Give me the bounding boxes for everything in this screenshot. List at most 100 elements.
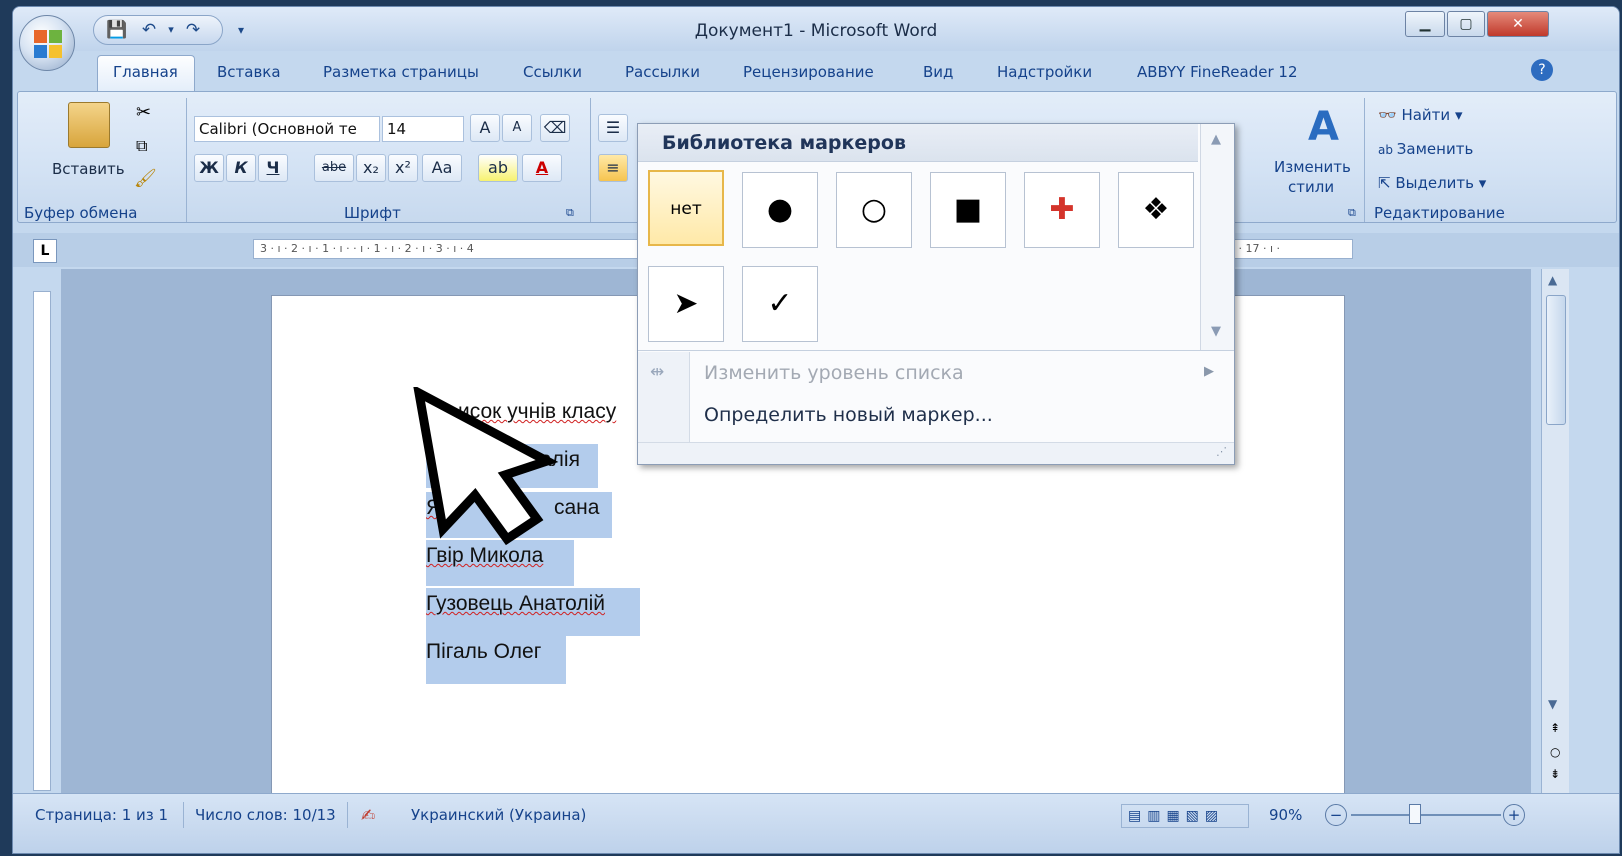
bullet-library-scrollbar[interactable]: ▲ ▼ bbox=[1200, 124, 1234, 350]
scroll-down-icon[interactable]: ▼ bbox=[1211, 324, 1221, 339]
binoculars-icon: 👓 bbox=[1378, 106, 1402, 124]
group-separator bbox=[186, 98, 187, 222]
find-label: Найти bbox=[1401, 106, 1451, 124]
tab-selector-button[interactable]: L bbox=[33, 239, 57, 263]
list-item[interactable]: Пігаль Олег bbox=[426, 640, 541, 664]
page-count-status[interactable]: Страница: 1 из 1 bbox=[35, 806, 168, 824]
bold-button[interactable]: Ж bbox=[194, 154, 224, 182]
ruler-ticks-left: 3 · ı · 2 · ı · 1 · ı · · ı · 1 · ı · 2 … bbox=[260, 242, 474, 255]
bullet-hollow-circle-option[interactable]: ○ bbox=[836, 172, 912, 248]
change-case-button[interactable]: Aa bbox=[422, 154, 462, 182]
scroll-thumb[interactable] bbox=[1546, 295, 1566, 425]
vertical-ruler[interactable] bbox=[33, 291, 51, 791]
list-item[interactable]: Гузовець Анатолій bbox=[426, 592, 605, 616]
change-list-level-menu-item[interactable]: Изменить уровень списка ▶ bbox=[638, 354, 1234, 396]
tab-abbyy[interactable]: ABBYY FineReader 12 bbox=[1137, 63, 1298, 81]
list-item-text: Гвір Микола bbox=[426, 544, 544, 567]
replace-icon: ab bbox=[1378, 143, 1397, 157]
italic-button[interactable]: К bbox=[226, 154, 256, 182]
tab-references[interactable]: Ссылки bbox=[523, 63, 582, 81]
view-buttons[interactable]: ▤▥▦▧▨ bbox=[1121, 804, 1249, 828]
bullet-filled-square-option[interactable]: ■ bbox=[930, 172, 1006, 248]
browse-object-icon[interactable]: ○ bbox=[1550, 745, 1560, 759]
editing-group-label: Редактирование bbox=[1374, 204, 1505, 222]
change-styles-icon[interactable]: A bbox=[1308, 104, 1339, 150]
close-icon: ✕ bbox=[1512, 16, 1524, 32]
select-label: Выделить bbox=[1395, 174, 1474, 192]
styles-dialog-launcher-icon[interactable]: ⧉ bbox=[1348, 206, 1356, 220]
subscript-button[interactable]: x₂ bbox=[356, 154, 386, 182]
bullet-library-popup: Библиотека маркеров нет ● ○ ■ ✚ ❖ ➤ ✓ ▲ … bbox=[637, 123, 1235, 465]
word-count-status[interactable]: Число слов: 10/13 bbox=[195, 806, 336, 824]
font-size-combo[interactable]: 14 bbox=[382, 116, 464, 142]
resize-grip-icon[interactable]: ⋰ bbox=[1216, 445, 1227, 458]
clipboard-group-label: Буфер обмена bbox=[24, 204, 138, 222]
maximize-button[interactable]: ▢ bbox=[1447, 11, 1485, 37]
bullet-four-diamonds-option[interactable]: ❖ bbox=[1118, 172, 1194, 248]
paste-icon[interactable] bbox=[68, 102, 110, 148]
replace-button[interactable]: ab Заменить bbox=[1378, 140, 1473, 158]
bullet-none-option[interactable]: нет bbox=[648, 170, 724, 246]
paste-button-label[interactable]: Вставить bbox=[52, 160, 125, 178]
zoom-slider-track[interactable] bbox=[1351, 814, 1501, 816]
font-dialog-launcher-icon[interactable]: ⧉ bbox=[566, 206, 574, 220]
select-button[interactable]: ⇱ Выделить ▾ bbox=[1378, 174, 1486, 192]
zoom-level[interactable]: 90% bbox=[1269, 806, 1302, 824]
change-styles-label[interactable]: Изменить bbox=[1274, 158, 1351, 176]
window-title: Документ1 - Microsoft Word bbox=[694, 21, 938, 41]
bullet-arrowhead-option[interactable]: ➤ bbox=[648, 266, 724, 342]
format-painter-icon[interactable]: 🖌 bbox=[134, 168, 157, 189]
tab-review[interactable]: Рецензирование bbox=[743, 63, 874, 81]
tab-insert[interactable]: Вставка bbox=[217, 63, 281, 81]
shrink-font-button[interactable]: A bbox=[502, 114, 532, 142]
underline-button[interactable]: Ч bbox=[258, 154, 288, 182]
tab-home[interactable]: Главная bbox=[113, 63, 178, 81]
bullet-checkmark-option[interactable]: ✓ bbox=[742, 266, 818, 342]
change-styles-label-2[interactable]: стили bbox=[1288, 178, 1334, 196]
next-page-icon[interactable]: ⇟ bbox=[1550, 767, 1560, 781]
previous-page-icon[interactable]: ⇞ bbox=[1550, 721, 1560, 735]
change-list-level-label: Изменить уровень списка bbox=[704, 362, 964, 384]
tab-view[interactable]: Вид bbox=[923, 63, 953, 81]
zoom-in-icon[interactable]: + bbox=[1503, 804, 1525, 826]
group-separator bbox=[1364, 98, 1365, 222]
scroll-up-icon[interactable]: ▲ bbox=[1211, 132, 1221, 147]
cut-icon[interactable]: ✂ bbox=[136, 102, 151, 123]
zoom-slider-thumb[interactable] bbox=[1409, 804, 1421, 824]
minimize-button[interactable]: ▁ bbox=[1405, 11, 1445, 37]
vertical-scrollbar[interactable]: ▲ ▼ ⇞ ○ ⇟ bbox=[1541, 269, 1569, 793]
bullet-color-cross-option[interactable]: ✚ bbox=[1024, 172, 1100, 248]
bullet-library-title: Библиотека маркеров bbox=[638, 124, 1198, 162]
superscript-button[interactable]: x² bbox=[388, 154, 418, 182]
scroll-down-icon[interactable]: ▼ bbox=[1548, 697, 1557, 711]
align-left-button[interactable]: ≡ bbox=[598, 154, 628, 182]
find-button[interactable]: 👓 Найти ▾ bbox=[1378, 106, 1462, 124]
bullet-filled-circle-option[interactable]: ● bbox=[742, 172, 818, 248]
tab-page-layout[interactable]: Разметка страницы bbox=[323, 63, 479, 81]
copy-icon[interactable]: ⧉ bbox=[136, 136, 147, 156]
font-name-combo[interactable]: Calibri (Основной те bbox=[194, 116, 380, 142]
select-cursor-icon: ⇱ bbox=[1378, 174, 1396, 192]
define-new-bullet-menu-item[interactable]: Определить новый маркер... bbox=[638, 396, 1234, 438]
highlight-button[interactable]: ab bbox=[478, 154, 518, 182]
clear-format-button[interactable]: ⌫ bbox=[540, 114, 570, 142]
define-new-bullet-label: Определить новый маркер... bbox=[704, 404, 993, 426]
status-separator bbox=[347, 802, 348, 828]
font-color-button[interactable]: A bbox=[522, 154, 562, 182]
tab-mailings[interactable]: Рассылки bbox=[625, 63, 700, 81]
close-button[interactable]: ✕ bbox=[1487, 11, 1549, 37]
strikethrough-button[interactable]: abe bbox=[314, 154, 354, 182]
popup-divider bbox=[638, 350, 1234, 351]
group-separator bbox=[590, 98, 591, 222]
list-item[interactable]: Гвір Микола bbox=[426, 544, 543, 568]
grow-font-button[interactable]: A bbox=[470, 114, 500, 142]
proofing-icon[interactable]: ✍ bbox=[361, 806, 375, 826]
office-button[interactable] bbox=[19, 15, 75, 71]
bullets-button[interactable]: ☰ bbox=[598, 114, 628, 142]
scroll-up-icon[interactable]: ▲ bbox=[1548, 273, 1557, 287]
help-icon[interactable]: ? bbox=[1531, 59, 1553, 81]
language-status[interactable]: Украинский (Украина) bbox=[411, 806, 586, 824]
tab-addins[interactable]: Надстройки bbox=[997, 63, 1092, 81]
zoom-out-icon[interactable]: − bbox=[1325, 804, 1347, 826]
font-group-label: Шрифт bbox=[344, 204, 401, 222]
